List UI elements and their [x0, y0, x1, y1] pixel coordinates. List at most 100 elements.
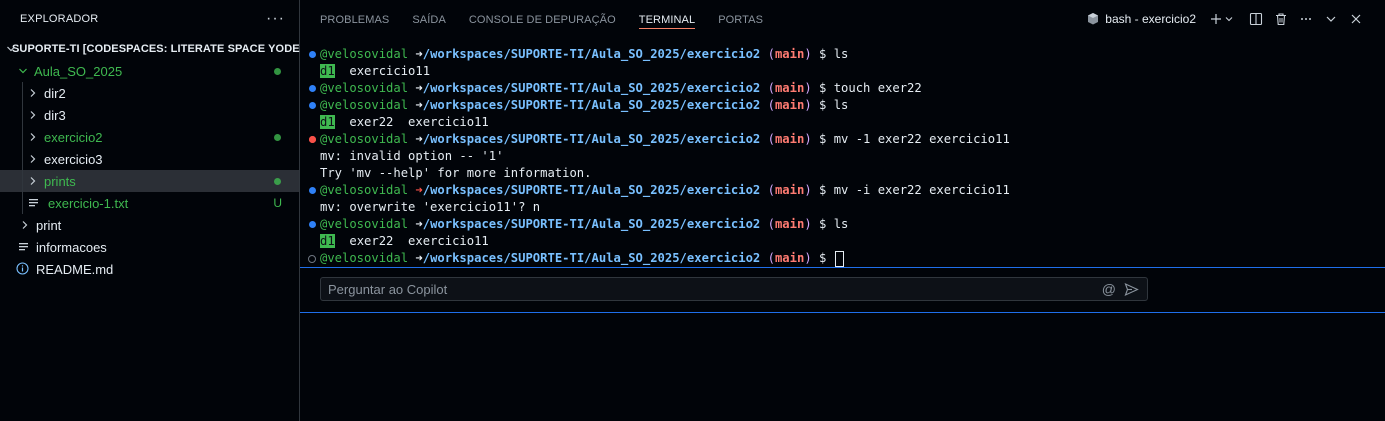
indent-guide — [22, 148, 23, 170]
prompt-user: @velosovidal — [320, 98, 409, 112]
prompt-path: /workspaces/SUPORTE-TI/Aula_SO_2025/exer… — [422, 251, 761, 265]
tree-item-label: exercicio2 — [44, 129, 103, 145]
terminal-output-line: d1 exercicio11 — [308, 63, 1378, 80]
tree-item-dir3[interactable]: dir3 — [0, 104, 299, 126]
tab-saida[interactable]: SAÍDA — [412, 0, 446, 38]
prompt-arrow-icon: ➜ — [415, 183, 423, 197]
terminal-cube-icon — [1088, 13, 1099, 25]
prompt-branch: main — [774, 81, 805, 95]
prompt-path: /workspaces/SUPORTE-TI/Aula_SO_2025/exer… — [422, 98, 761, 112]
tree-item-informacoes[interactable]: informacoes — [0, 236, 299, 258]
trash-icon[interactable] — [1270, 8, 1292, 30]
tab-terminal[interactable]: TERMINAL — [638, 0, 696, 38]
terminal-cursor — [834, 250, 844, 267]
tree-item-label: print — [36, 217, 62, 233]
prompt-path: /workspaces/SUPORTE-TI/Aula_SO_2025/exer… — [422, 81, 761, 95]
send-icon[interactable] — [1124, 282, 1139, 297]
prompt-branch-paren: ( — [767, 217, 775, 231]
copilot-icons: @ — [1102, 281, 1139, 297]
prompt-branch-paren: ) — [804, 81, 812, 95]
prompt-branch-paren: ) — [804, 251, 812, 265]
split-terminal-icon[interactable] — [1245, 8, 1267, 30]
copilot-input[interactable]: Perguntar ao Copilot @ — [320, 277, 1148, 301]
bottom-panel: PROBLEMAS SAÍDA CONSOLE DE DEPURAÇÃO TER… — [300, 0, 1385, 421]
panel-actions: bash - exercicio2 — [1086, 0, 1367, 38]
prompt-user: @velosovidal — [320, 251, 409, 265]
prompt-branch-paren: ) — [804, 183, 812, 197]
command-success-decoration-icon[interactable] — [309, 102, 316, 109]
tree-item-aula-so-2025[interactable]: Aula_SO_2025 — [0, 60, 299, 82]
command-success-decoration-icon[interactable] — [309, 51, 316, 58]
tab-portas[interactable]: PORTAS — [718, 0, 763, 38]
terminal-prompt-line: @velosovidal ➜/workspaces/SUPORTE-TI/Aul… — [308, 46, 1378, 63]
chevron-right-icon — [20, 220, 30, 230]
indent-guide — [22, 192, 23, 214]
prompt-user: @velosovidal — [320, 183, 409, 197]
modified-dot-icon — [274, 178, 281, 185]
tree-item-label: README.md — [36, 261, 114, 277]
prompt-user: @velosovidal — [320, 132, 409, 146]
indent-guide — [22, 126, 23, 148]
close-icon[interactable] — [1345, 8, 1367, 30]
indent-guide — [22, 104, 23, 126]
mention-icon[interactable]: @ — [1102, 281, 1116, 297]
prompt-user: @velosovidal — [320, 47, 409, 61]
terminal-prompt-line: @velosovidal ➜/workspaces/SUPORTE-TI/Aul… — [308, 216, 1378, 233]
workspace-root-label: SUPORTE-TI [CODESPACES: LITERATE SPACE Y… — [12, 43, 311, 55]
tab-problemas[interactable]: PROBLEMAS — [320, 0, 389, 38]
terminal-selector[interactable]: bash - exercicio2 — [1086, 12, 1196, 26]
tree-item-exercicio3[interactable]: exercicio3 — [0, 148, 299, 170]
terminal-output-text: mv: overwrite 'exercicio11'? n — [320, 200, 541, 214]
more-actions-icon[interactable]: ··· — [266, 10, 285, 28]
more-actions-icon[interactable] — [1295, 8, 1317, 30]
terminal-scrollbar[interactable] — [1381, 46, 1385, 266]
terminal-output[interactable]: @velosovidal ➜/workspaces/SUPORTE-TI/Aul… — [308, 46, 1378, 267]
copilot-bar: Perguntar ao Copilot @ — [300, 267, 1385, 313]
prompt-branch-paren: ( — [767, 183, 775, 197]
workspace-root[interactable]: SUPORTE-TI [CODESPACES: LITERATE SPACE Y… — [0, 38, 310, 60]
prompt-branch-paren: ) — [804, 98, 812, 112]
panel-tabs: PROBLEMAS SAÍDA CONSOLE DE DEPURAÇÃO TER… — [300, 0, 1385, 38]
info-icon — [16, 262, 30, 276]
prompt-path: /workspaces/SUPORTE-TI/Aula_SO_2025/exer… — [422, 132, 761, 146]
chevron-right-icon — [28, 110, 38, 120]
prompt-arrow-icon: ➜ — [415, 132, 423, 146]
terminal-output-line: Try 'mv --help' for more information. — [308, 165, 1378, 182]
terminal-prompt-line: @velosovidal ➜/workspaces/SUPORTE-TI/Aul… — [308, 97, 1378, 114]
tree-item-label: Aula_SO_2025 — [34, 63, 123, 79]
file-entries: exer22 exercicio11 — [334, 115, 489, 129]
command-failed-decoration-icon[interactable] — [309, 136, 316, 143]
command-success-decoration-icon[interactable] — [309, 85, 316, 92]
tree-item-dir2[interactable]: dir2 — [0, 82, 299, 104]
chevron-down-icon[interactable] — [1223, 8, 1235, 30]
prompt-branch-paren: ) — [804, 132, 812, 146]
terminal-prompt-line: @velosovidal ➜/workspaces/SUPORTE-TI/Aul… — [308, 182, 1378, 199]
prompt-branch: main — [774, 47, 805, 61]
prompt-branch: main — [774, 251, 805, 265]
command-pending-decoration-icon[interactable] — [308, 255, 316, 263]
chevron-down-icon — [18, 66, 28, 76]
tab-console-depuracao[interactable]: CONSOLE DE DEPURAÇÃO — [469, 0, 616, 38]
terminal-command: ls — [833, 217, 849, 231]
new-terminal-plus-icon[interactable] — [1209, 8, 1223, 30]
command-success-decoration-icon[interactable] — [309, 221, 316, 228]
command-success-decoration-icon[interactable] — [309, 187, 316, 194]
explorer-header: EXPLORADOR ··· — [0, 0, 299, 38]
prompt-arrow-icon: ➜ — [415, 251, 423, 265]
tree-item-readme[interactable]: README.md — [0, 258, 299, 280]
prompt-branch: main — [774, 98, 805, 112]
tree-item-exercicio-1-txt[interactable]: exercicio-1.txt U — [0, 192, 299, 214]
terminal-output-line: mv: invalid option -- '1' — [308, 148, 1378, 165]
tree-item-prints[interactable]: prints — [0, 170, 299, 192]
tree-item-exercicio2[interactable]: exercicio2 — [0, 126, 299, 148]
prompt-arrow-icon: ➜ — [415, 217, 423, 231]
terminal-command: ls — [833, 47, 849, 61]
tree-item-label: exercicio3 — [44, 151, 103, 167]
chevron-right-icon — [28, 88, 38, 98]
modified-dot-icon — [274, 68, 281, 75]
prompt-branch-paren: ( — [767, 81, 775, 95]
maximize-panel-chevron-icon[interactable] — [1320, 8, 1342, 30]
text-file-icon — [28, 196, 42, 210]
tree-item-print[interactable]: print — [0, 214, 299, 236]
tree-item-label: prints — [44, 173, 76, 189]
